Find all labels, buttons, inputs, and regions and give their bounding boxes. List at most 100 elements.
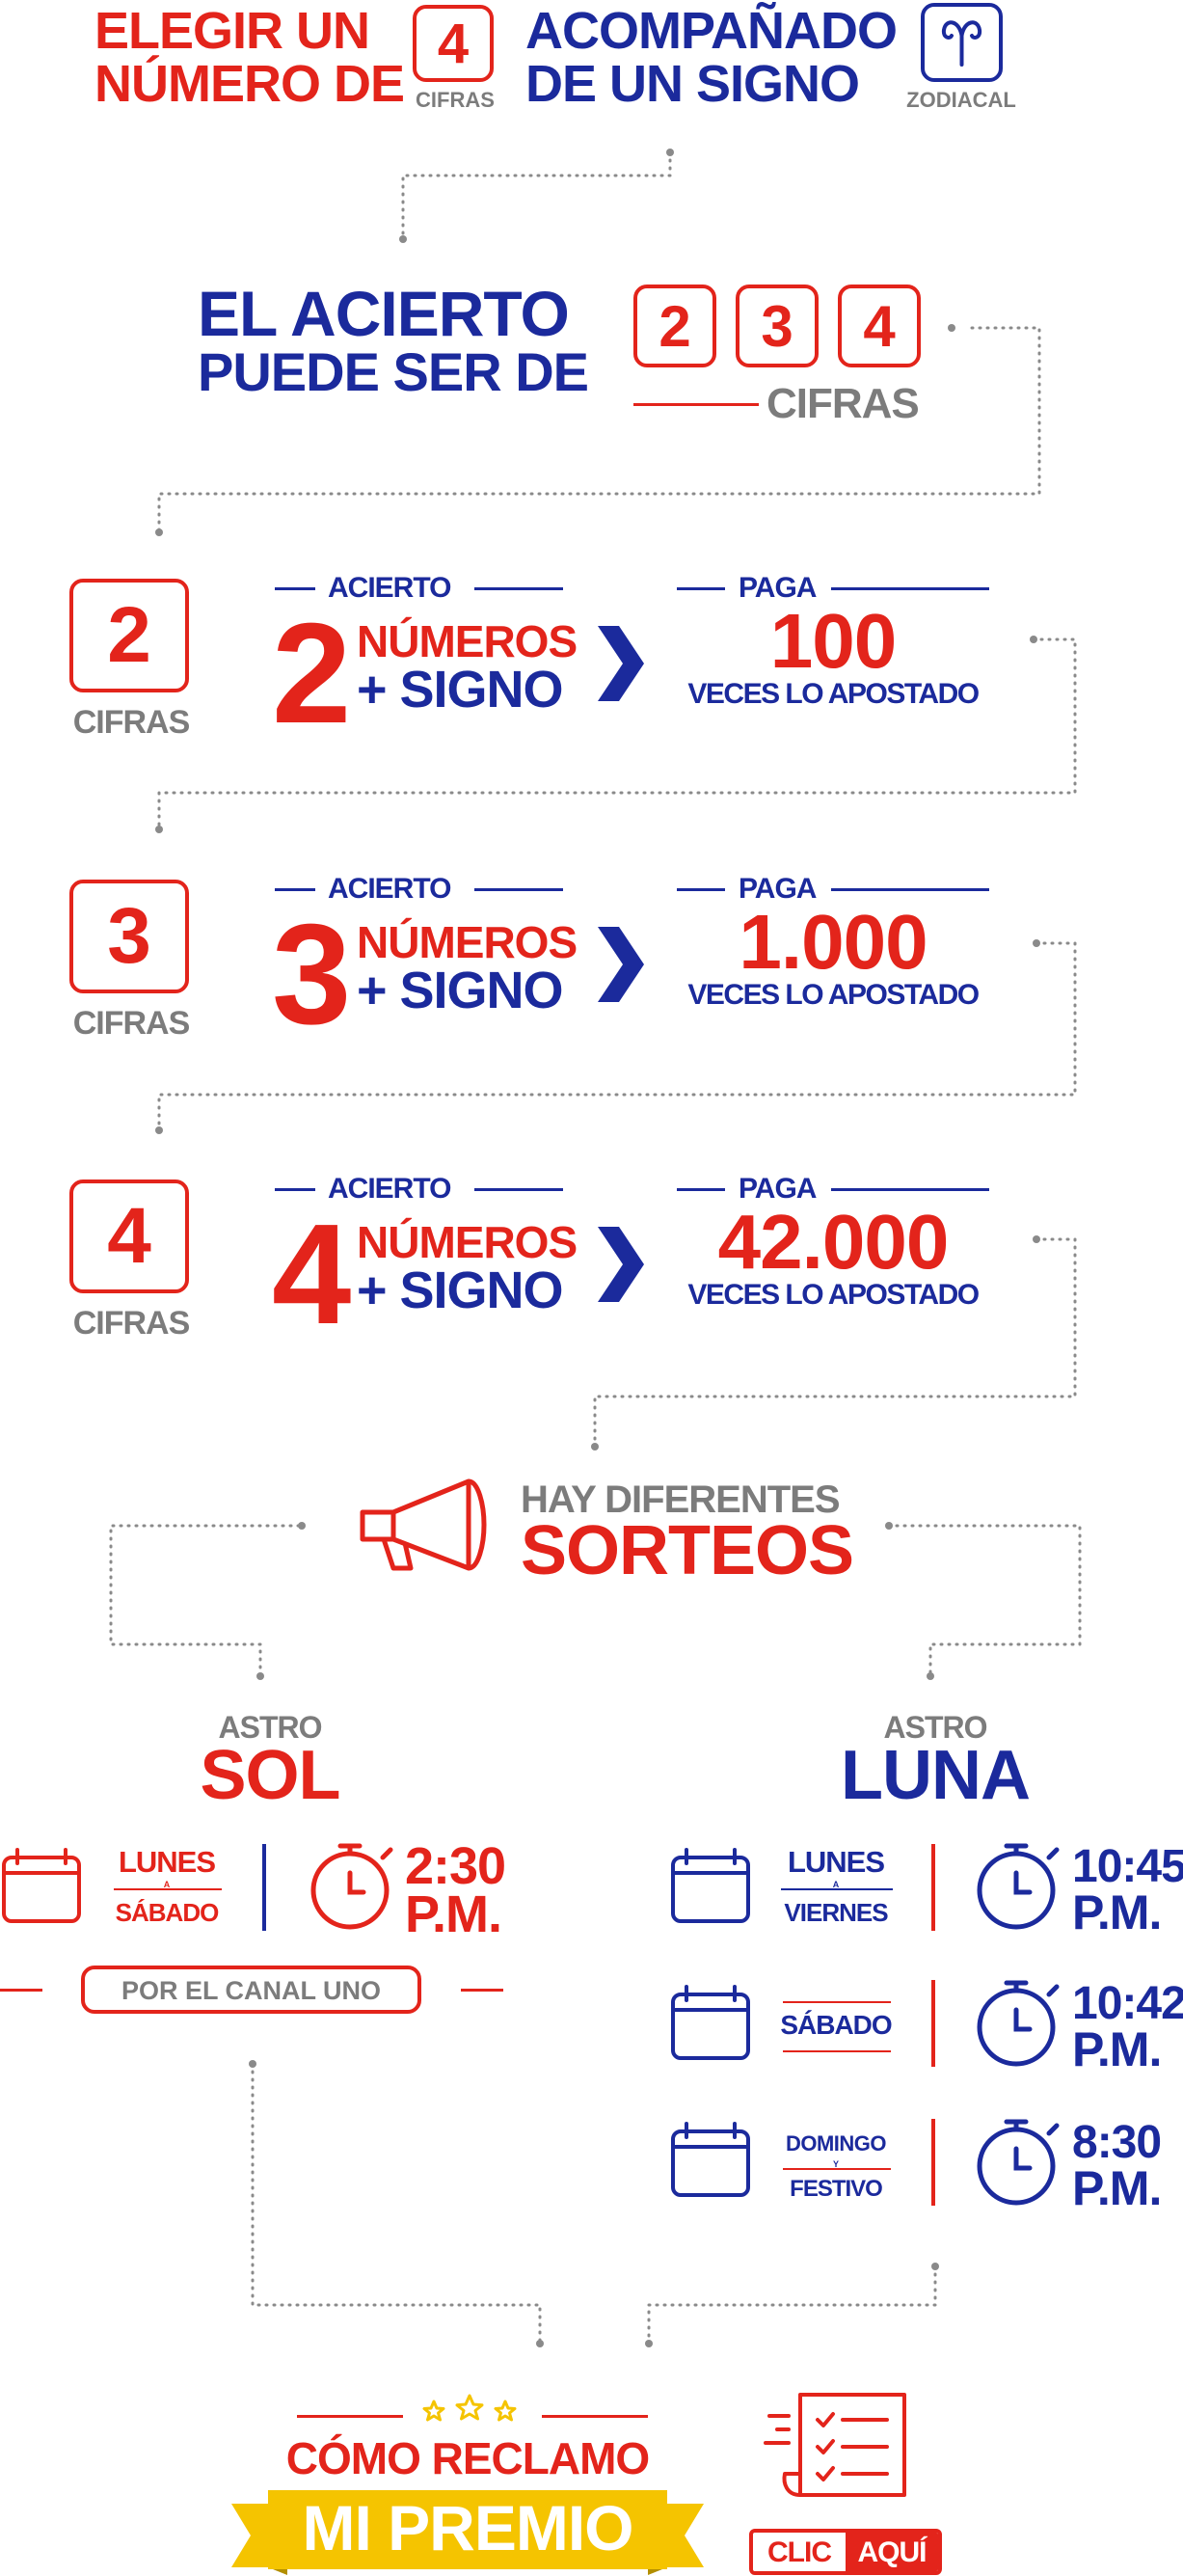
tier-cifras-label: CIFRAS — [72, 1005, 191, 1042]
stopwatch-icon — [977, 1843, 1060, 1930]
premio-banner[interactable]: CÓMO RECLAMO MI PREMIO — [231, 2382, 704, 2575]
rule — [783, 2050, 891, 2052]
tier-2-digits: 2 CIFRAS ACIERTO 2 NÚMEROS + SIGNO PAGA … — [0, 574, 1183, 747]
luna-day1: LUNES — [787, 1845, 885, 1879]
luna-time: 10:42 — [1072, 1978, 1183, 2029]
tier-veces: VECES LO APOSTADO — [687, 1279, 980, 1311]
tier-amount: 1.000 — [739, 899, 928, 985]
luna-day1: DOMINGO — [785, 2131, 887, 2156]
stopwatch-icon — [977, 2119, 1060, 2206]
rule — [275, 1188, 315, 1191]
tier-digit-box: 4 — [69, 1180, 189, 1293]
stopwatch-icon — [977, 1980, 1060, 2067]
acierto-rule — [633, 403, 759, 406]
divider — [931, 1844, 935, 1931]
rule — [542, 2415, 648, 2418]
sol-day2: SÁBADO — [115, 1898, 220, 1927]
luna-ampm: P.M. — [1072, 2022, 1162, 2076]
option-box-2: 2 — [633, 285, 716, 367]
tier-signo: + SIGNO — [357, 1261, 564, 1319]
sol-title: SOL — [200, 1737, 340, 1814]
tier-numeros: NÚMEROS — [357, 1217, 578, 1267]
sol-ampm: P.M. — [405, 1885, 502, 1943]
tier-veces: VECES LO APOSTADO — [687, 979, 980, 1011]
tier-amount: 42.000 — [717, 1199, 950, 1285]
chevron-right-icon — [598, 927, 644, 1002]
star-icon — [422, 2394, 517, 2422]
divider — [262, 1844, 266, 1931]
sorteos-line2: SORTEOS — [521, 1512, 854, 1589]
rule — [831, 587, 989, 590]
tier-acierto-label: ACIERTO — [328, 572, 451, 604]
aries-sign-box — [921, 3, 1003, 82]
digit-count-box: 4 — [413, 5, 494, 82]
rule — [677, 587, 725, 590]
sol-day1: LUNES — [118, 1845, 216, 1879]
acierto-cifras-label: CIFRAS — [766, 380, 920, 427]
luna-connector: Y — [832, 2159, 839, 2169]
rule — [831, 888, 989, 891]
checklist-icon — [764, 2393, 906, 2497]
rule — [474, 1188, 563, 1191]
clic-aqui-button[interactable]: CLIC AQUÍ — [749, 2529, 942, 2575]
luna-day2: FESTIVO — [790, 2176, 883, 2202]
calendar-icon — [671, 2122, 750, 2197]
luna-time: 8:30 — [1072, 2117, 1162, 2168]
tier-signo: + SIGNO — [357, 962, 564, 1019]
tier-acierto-label: ACIERTO — [328, 873, 451, 905]
acierto-line1: EL ACIERTO — [198, 278, 570, 349]
rule — [677, 888, 725, 891]
tier-veces: VECES LO APOSTADO — [687, 678, 980, 710]
chevron-right-icon — [598, 626, 644, 701]
aqui-label: AQUÍ — [846, 2533, 938, 2571]
header-line1a: ELEGIR UN — [94, 2, 370, 60]
digit-count-label: CIFRAS — [416, 88, 495, 112]
rule — [0, 1989, 42, 1992]
luna-ampm: P.M. — [1072, 2161, 1162, 2215]
aries-sign-icon — [941, 20, 982, 67]
tier-3-digits: 3 CIFRAS ACIERTO 3 NÚMEROS + SIGNO PAGA … — [0, 875, 1183, 1048]
tier-digit-box: 3 — [69, 880, 189, 993]
acierto-line2: PUEDE SER DE — [198, 341, 589, 402]
rule — [474, 587, 563, 590]
luna-day2: VIERNES — [784, 1898, 888, 1927]
zodiac-label: ZODIACAL — [906, 88, 1016, 112]
clic-label: CLIC — [767, 2536, 832, 2568]
luna-day1: SÁBADO — [780, 2010, 892, 2040]
calendar-icon — [671, 1985, 750, 2060]
rule — [297, 2415, 403, 2418]
sol-time: 2:30 — [405, 1837, 506, 1895]
rule — [275, 587, 315, 590]
divider — [931, 2119, 935, 2206]
calendar-icon — [2, 1848, 81, 1923]
channel-badge: POR EL CANAL UNO — [81, 1966, 421, 2014]
tier-digit-box: 2 — [69, 579, 189, 692]
luna-connector: A — [832, 1880, 840, 1889]
rule — [783, 2001, 891, 2003]
rule — [677, 1188, 725, 1191]
divider — [931, 1980, 935, 2067]
tier-big-number: 3 — [272, 895, 351, 1054]
tier-cifras-label: CIFRAS — [72, 1305, 191, 1342]
header-line2b: DE UN SIGNO — [525, 55, 860, 113]
tier-4-digits: 4 CIFRAS ACIERTO 4 NÚMEROS + SIGNO PAGA … — [0, 1175, 1183, 1348]
tier-signo: + SIGNO — [357, 661, 564, 719]
stopwatch-icon — [310, 1843, 393, 1930]
tier-cifras-label: CIFRAS — [72, 704, 191, 741]
tier-numeros: NÚMEROS — [357, 917, 578, 967]
tier-acierto-label: ACIERTO — [328, 1173, 451, 1205]
option-box-4: 4 — [838, 285, 921, 367]
rule — [474, 888, 563, 891]
rule — [275, 888, 315, 891]
tier-big-number: 2 — [272, 594, 351, 753]
header-line1b: NÚMERO DE — [94, 55, 405, 113]
tier-amount: 100 — [769, 598, 897, 684]
luna-time: 10:45 — [1072, 1841, 1183, 1892]
rule — [461, 1989, 503, 1992]
luna-ampm: P.M. — [1072, 1885, 1162, 1939]
chevron-right-icon — [598, 1227, 644, 1302]
sol-connector: A — [163, 1880, 171, 1889]
rule — [831, 1188, 989, 1191]
tier-big-number: 4 — [272, 1195, 351, 1354]
option-box-3: 3 — [736, 285, 819, 367]
